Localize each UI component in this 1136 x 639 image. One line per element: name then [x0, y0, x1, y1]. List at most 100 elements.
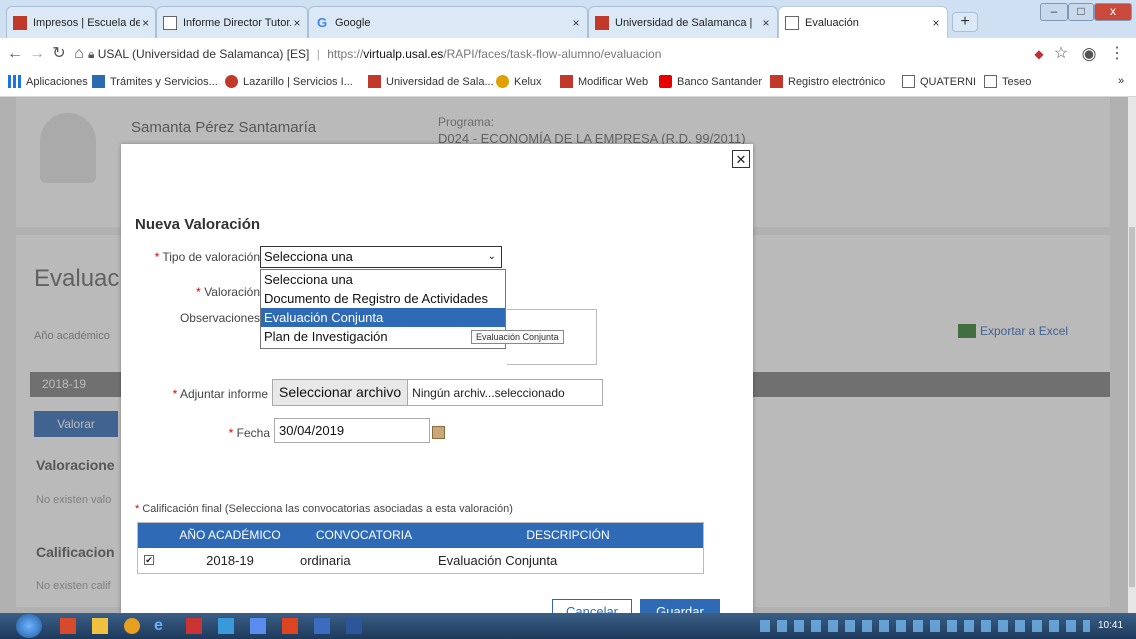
cell-convocatoria: ordinaria	[300, 553, 351, 568]
bookmark-registro[interactable]: Registro electrónico	[770, 75, 885, 88]
required-mark: *	[135, 503, 140, 515]
app-icon[interactable]	[314, 618, 330, 634]
bookmarks-overflow-icon[interactable]: »	[1118, 75, 1124, 87]
adjuntar-label: * Adjuntar informe	[173, 387, 268, 401]
tab-informe-pdf[interactable]: Informe Director Tutor.pdf ×	[156, 6, 308, 38]
tipo-select[interactable]: Selecciona una ⌄	[260, 246, 502, 268]
app-icon[interactable]	[60, 618, 76, 634]
file-input[interactable]: Seleccionar archivo Ningún archiv...sele…	[272, 379, 603, 406]
forward-arrow-icon[interactable]: →	[28, 45, 46, 63]
close-icon[interactable]: ×	[569, 16, 583, 30]
dropdown-option[interactable]: Documento de Registro de Actividades	[261, 289, 505, 308]
close-icon[interactable]: ✕	[732, 150, 750, 168]
bookmark-lazarillo[interactable]: Lazarillo | Servicios I...	[225, 75, 353, 88]
tab-impresos[interactable]: Impresos | Escuela de Docto ×	[6, 6, 156, 38]
tab-evaluacion[interactable]: Evaluación ×	[778, 6, 948, 38]
new-tab-button[interactable]: +	[952, 12, 978, 32]
minimize-button[interactable]: –	[1040, 3, 1068, 21]
bookmark-aplicaciones[interactable]: Aplicaciones	[8, 75, 88, 88]
fecha-label: * Fecha	[229, 426, 270, 440]
app-icon[interactable]	[250, 618, 266, 634]
extension-icon[interactable]: ◆	[1030, 45, 1048, 63]
star-icon[interactable]: ☆	[1052, 45, 1070, 63]
url-field[interactable]: 🔒︎ USAL (Universidad de Salamanca) [ES] …	[88, 42, 1008, 66]
close-icon[interactable]: ×	[291, 16, 303, 30]
address-bar: ← → ↻ ⌂ 🔒︎ USAL (Universidad de Salamanc…	[0, 38, 1136, 71]
document-icon	[785, 15, 799, 30]
required-mark: *	[196, 285, 201, 299]
tab-google[interactable]: G Google ×	[308, 6, 588, 38]
close-icon[interactable]: ×	[929, 16, 943, 30]
convocatorias-table: AÑO ACADÉMICO CONVOCATORIA DESCRIPCIÓN ✔…	[137, 522, 704, 574]
page-scrollbar[interactable]	[1128, 97, 1136, 613]
usal-icon	[595, 15, 609, 30]
usal-icon	[560, 75, 573, 88]
url-prefix: https://	[327, 47, 364, 61]
chrome-icon[interactable]	[124, 618, 140, 634]
taskbar: e 10:41	[0, 613, 1136, 639]
tab-label: Impresos | Escuela de Docto	[33, 16, 140, 29]
row-checkbox[interactable]: ✔	[144, 555, 154, 565]
bookmark-label: Banco Santander	[677, 75, 763, 88]
system-tray-icons[interactable]	[760, 620, 1090, 632]
bookmark-modificar-web[interactable]: Modificar Web	[560, 75, 648, 88]
cell-year: 2018-19	[206, 553, 254, 568]
tipo-dropdown-list: Selecciona una Documento de Registro de …	[260, 269, 506, 349]
tipo-selected-value: Selecciona una	[264, 249, 353, 264]
observaciones-textarea[interactable]	[507, 309, 597, 365]
dropdown-option[interactable]: Plan de Investigación	[261, 327, 505, 346]
close-icon[interactable]: ×	[140, 16, 151, 30]
required-mark: *	[228, 426, 234, 440]
scrollbar-thumb[interactable]	[1129, 227, 1135, 587]
tab-label: Universidad de Salamanca |	[615, 16, 753, 29]
folder-icon	[92, 75, 105, 88]
tab-label: Google	[335, 16, 371, 29]
tab-universidad[interactable]: Universidad de Salamanca | ×	[588, 6, 778, 38]
browser-tab-strip: Impresos | Escuela de Docto × Informe Di…	[0, 0, 1136, 38]
usal-icon	[770, 75, 783, 88]
file-status: Ningún archiv...seleccionado	[412, 385, 565, 400]
word-icon[interactable]	[346, 618, 362, 634]
window-close-button[interactable]: x	[1094, 3, 1132, 21]
bookmark-quaterni[interactable]: QUATERNI	[902, 75, 976, 88]
close-icon[interactable]: ×	[759, 16, 773, 30]
reload-icon[interactable]: ↻	[50, 45, 68, 63]
bookmark-tramites[interactable]: Trámites y Servicios...	[92, 75, 218, 88]
dropdown-option[interactable]: Selecciona una	[261, 270, 505, 289]
valoracion-label-text: Valoración	[204, 285, 260, 299]
calificacion-note-text: Calificación final (Selecciona las convo…	[142, 503, 513, 515]
start-button[interactable]	[16, 614, 42, 638]
folder-icon[interactable]	[92, 618, 108, 634]
back-arrow-icon[interactable]: ←	[6, 45, 24, 63]
bookmark-label: Aplicaciones	[26, 75, 88, 88]
col-header-year: AÑO ACADÉMICO	[179, 528, 281, 542]
tipo-label-text: Tipo de valoración	[162, 250, 260, 264]
bookmark-label: Registro electrónico	[788, 75, 886, 88]
bookmark-universidad[interactable]: Universidad de Sala...	[368, 75, 494, 88]
kelux-icon	[496, 75, 509, 88]
adjuntar-label-text: Adjuntar informe	[179, 387, 268, 401]
required-mark: *	[172, 387, 178, 401]
cell-descripcion: Evaluación Conjunta	[438, 553, 558, 568]
bookmark-santander[interactable]: Banco Santander	[659, 75, 762, 88]
bookmark-kelux[interactable]: Kelux	[496, 75, 542, 88]
app-icon[interactable]	[282, 618, 298, 634]
app-icon[interactable]	[186, 618, 202, 634]
home-icon[interactable]: ⌂	[70, 45, 88, 63]
calendar-icon[interactable]	[432, 426, 445, 439]
maximize-button[interactable]: □	[1068, 3, 1094, 21]
col-header-descripcion: DESCRIPCIÓN	[526, 528, 610, 542]
bookmark-label: Trámites y Servicios...	[110, 75, 218, 88]
profile-icon[interactable]: ◉	[1080, 45, 1098, 63]
app-icon[interactable]	[218, 618, 234, 634]
col-header-convocatoria: CONVOCATORIA	[315, 528, 413, 542]
table-header: AÑO ACADÉMICO CONVOCATORIA DESCRIPCIÓN	[138, 523, 703, 548]
santander-icon	[659, 75, 672, 88]
dropdown-option-highlighted[interactable]: Evaluación Conjunta	[261, 308, 505, 327]
bookmark-teseo[interactable]: Teseo	[984, 75, 1031, 88]
menu-dots-icon[interactable]: ⋮	[1108, 45, 1126, 63]
fecha-input[interactable]: 30/04/2019	[274, 418, 430, 443]
select-file-button[interactable]: Seleccionar archivo	[273, 380, 409, 405]
lock-icon: 🔒︎	[88, 47, 95, 61]
ie-icon[interactable]: e	[154, 618, 170, 634]
